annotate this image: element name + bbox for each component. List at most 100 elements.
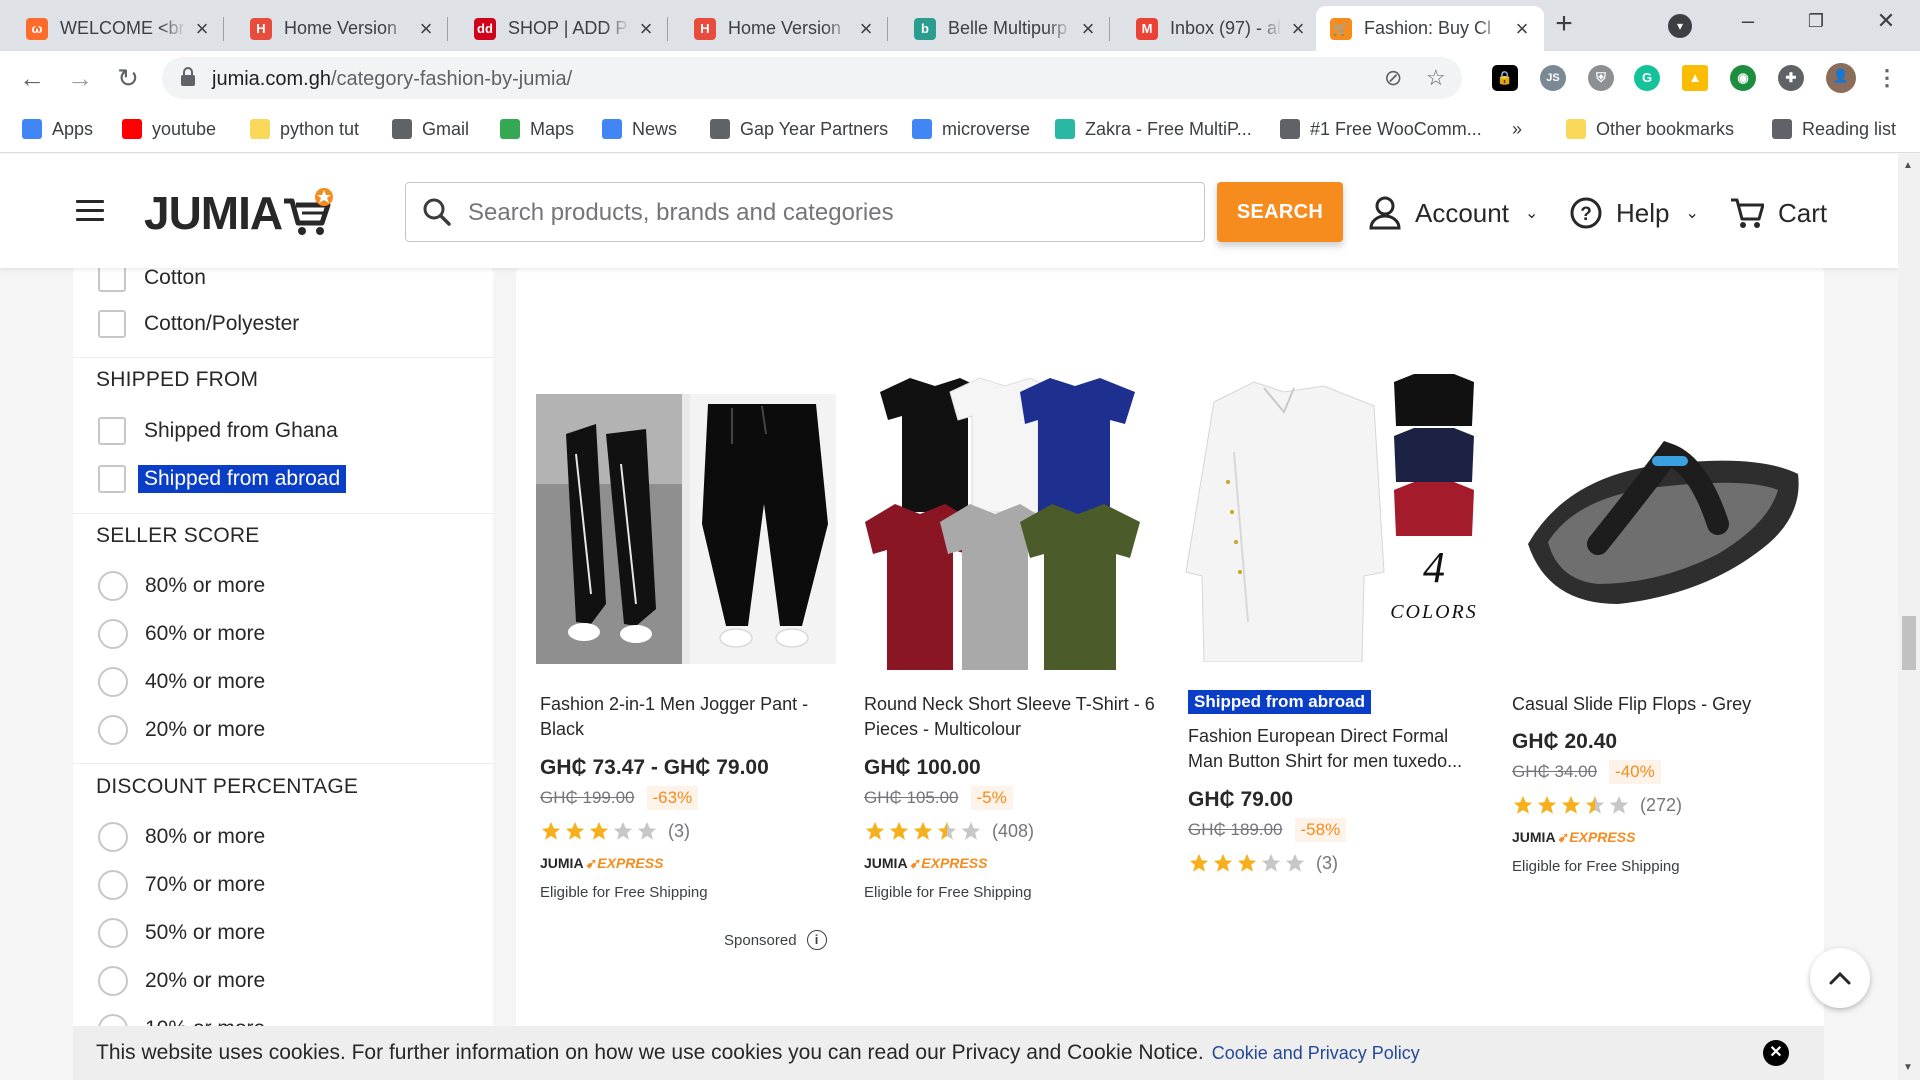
new-tab-button[interactable]: + bbox=[1548, 9, 1580, 41]
product-name[interactable]: Round Neck Short Sleeve T-Shirt - 6 Piec… bbox=[864, 692, 1164, 742]
radio-button[interactable] bbox=[98, 822, 128, 852]
product-name[interactable]: Casual Slide Flip Flops - Grey bbox=[1512, 692, 1812, 717]
filter-seller-80[interactable]: 80% or more bbox=[98, 570, 265, 602]
account-menu[interactable]: Account ⌄ bbox=[1369, 190, 1538, 236]
restore-button[interactable]: ❐ bbox=[1796, 11, 1836, 32]
filter-discount-80[interactable]: 80% or more bbox=[98, 821, 265, 853]
product-name[interactable]: Fashion European Direct Formal Man Butto… bbox=[1188, 724, 1488, 774]
close-tab-icon[interactable]: × bbox=[636, 16, 656, 42]
tab-search-icon[interactable]: ▾ bbox=[1668, 14, 1692, 38]
search-button[interactable]: SEARCH bbox=[1217, 182, 1343, 242]
bookmark-item[interactable]: Apps bbox=[22, 115, 93, 143]
scroll-down-arrow-icon[interactable]: ▼ bbox=[1903, 1062, 1913, 1073]
close-tab-icon[interactable]: × bbox=[416, 16, 436, 42]
radio-button[interactable] bbox=[98, 571, 128, 601]
bookmark-item[interactable]: microverse bbox=[912, 115, 1030, 143]
extension-shield-icon[interactable]: ⛨ bbox=[1588, 65, 1614, 91]
bookmark-item[interactable]: Gmail bbox=[392, 115, 469, 143]
browser-tab[interactable]: ω WELCOME <br × bbox=[12, 6, 224, 51]
bookmark-item[interactable]: Maps bbox=[500, 115, 574, 143]
close-window-button[interactable]: ✕ bbox=[1866, 8, 1906, 34]
checkbox[interactable] bbox=[98, 268, 126, 292]
filter-shipped-ghana[interactable]: Shipped from Ghana bbox=[98, 415, 338, 447]
filter-seller-60[interactable]: 60% or more bbox=[98, 618, 265, 650]
browser-tab[interactable]: H Home Version × bbox=[680, 6, 888, 51]
browser-tab[interactable]: M Inbox (97) - alh × bbox=[1122, 6, 1320, 51]
zakra-icon bbox=[1055, 119, 1075, 139]
grammarly-icon[interactable]: G bbox=[1634, 65, 1660, 91]
cookie-policy-link[interactable]: Cookie and Privacy Policy bbox=[1212, 1043, 1420, 1064]
cookie-text: This website uses cookies. For further i… bbox=[96, 1041, 1204, 1064]
browser-tab[interactable]: H Home Version × bbox=[236, 6, 448, 51]
checkbox[interactable] bbox=[98, 310, 126, 338]
bookmark-item[interactable]: Zakra - Free MultiP... bbox=[1055, 115, 1252, 143]
radio-button[interactable] bbox=[98, 966, 128, 996]
extension-lock-icon[interactable]: 🔒 bbox=[1492, 65, 1518, 91]
checkbox[interactable] bbox=[98, 465, 126, 493]
chevron-down-icon: ⌄ bbox=[1685, 205, 1699, 222]
reload-button[interactable]: ↻ bbox=[112, 63, 144, 95]
scroll-to-top-button[interactable] bbox=[1810, 948, 1870, 1008]
product-image-flip-flops[interactable] bbox=[1508, 394, 1808, 664]
page-scrollbar[interactable]: ▲ ▼ bbox=[1898, 154, 1920, 1080]
bookmark-item[interactable]: » bbox=[1512, 115, 1522, 143]
jumia-logo[interactable]: JUMIA bbox=[144, 187, 334, 239]
star-icon bbox=[589, 821, 609, 840]
google-drive-icon[interactable]: ▲ bbox=[1682, 65, 1708, 91]
checkbox[interactable] bbox=[98, 417, 126, 445]
scroll-up-arrow-icon[interactable]: ▲ bbox=[1903, 160, 1913, 171]
extensions-puzzle-icon[interactable]: ✚ bbox=[1778, 65, 1804, 91]
back-button[interactable]: ← bbox=[16, 63, 48, 95]
profile-avatar[interactable]: 👤 bbox=[1826, 63, 1856, 93]
product-old-price-row: GH₵ 34.00 -40% bbox=[1512, 758, 1661, 786]
tab-favicon-icon: H bbox=[250, 17, 272, 40]
filter-discount-50[interactable]: 50% or more bbox=[98, 917, 265, 949]
close-tab-icon[interactable]: × bbox=[1288, 16, 1308, 42]
filter-seller-20[interactable]: 20% or more bbox=[98, 714, 265, 746]
extension-js-icon[interactable]: JS bbox=[1540, 65, 1566, 91]
forward-button[interactable]: → bbox=[64, 63, 96, 95]
close-tab-icon[interactable]: × bbox=[856, 16, 876, 42]
chrome-menu-icon[interactable]: ⋮ bbox=[1874, 65, 1900, 91]
close-tab-icon[interactable]: × bbox=[1078, 16, 1098, 42]
filter-material-cotton-polyester[interactable]: Cotton/Polyester bbox=[98, 308, 299, 340]
bookmark-item[interactable]: News bbox=[602, 115, 677, 143]
product-image-formal-shirt[interactable]: 4 COLORS bbox=[1184, 372, 1484, 662]
info-icon[interactable]: i bbox=[806, 930, 827, 950]
extension-globe-icon[interactable]: ◉ bbox=[1730, 65, 1756, 91]
filter-seller-40[interactable]: 40% or more bbox=[98, 666, 265, 698]
radio-button[interactable] bbox=[98, 870, 128, 900]
filter-shipped-abroad[interactable]: Shipped from abroad bbox=[98, 463, 347, 495]
radio-button[interactable] bbox=[98, 667, 128, 697]
bookmark-item[interactable]: Reading list bbox=[1772, 115, 1896, 143]
bookmark-item[interactable]: youtube bbox=[122, 115, 216, 143]
radio-button[interactable] bbox=[98, 715, 128, 745]
help-menu[interactable]: ? Help ⌄ bbox=[1570, 190, 1699, 236]
tracking-off-icon[interactable]: ⊘ bbox=[1384, 65, 1402, 91]
scrollbar-thumb[interactable] bbox=[1902, 616, 1916, 670]
address-bar[interactable]: jumia.com.gh/category-fashion-by-jumia/ … bbox=[162, 57, 1462, 99]
browser-tab[interactable]: 🛒 Fashion: Buy Cl × bbox=[1316, 6, 1544, 51]
cart-link[interactable]: Cart bbox=[1730, 190, 1827, 236]
search-input[interactable] bbox=[468, 195, 1188, 231]
filter-material-cotton[interactable]: Cotton bbox=[98, 268, 206, 294]
bookmark-star-icon[interactable]: ☆ bbox=[1426, 65, 1446, 91]
bookmark-item[interactable]: Gap Year Partners bbox=[710, 115, 888, 143]
close-tab-icon[interactable]: × bbox=[1512, 16, 1532, 42]
product-image-jogger-pant[interactable] bbox=[536, 394, 836, 664]
filter-discount-20[interactable]: 20% or more bbox=[98, 965, 265, 997]
menu-icon[interactable] bbox=[76, 200, 104, 222]
radio-button[interactable] bbox=[98, 619, 128, 649]
close-tab-icon[interactable]: × bbox=[192, 16, 212, 42]
minimize-button[interactable]: – bbox=[1728, 8, 1768, 34]
bookmark-item[interactable]: Other bookmarks bbox=[1566, 115, 1734, 143]
bookmark-item[interactable]: python tut bbox=[250, 115, 359, 143]
radio-button[interactable] bbox=[98, 918, 128, 948]
product-name[interactable]: Fashion 2-in-1 Men Jogger Pant - Black bbox=[540, 692, 840, 742]
browser-tab[interactable]: dd SHOP | ADD PR × bbox=[460, 6, 668, 51]
browser-tab[interactable]: b Belle Multipurp × bbox=[900, 6, 1110, 51]
bookmark-item[interactable]: #1 Free WooComm... bbox=[1280, 115, 1482, 143]
product-image-tshirts[interactable] bbox=[860, 372, 1160, 670]
close-icon[interactable]: ✕ bbox=[1763, 1040, 1789, 1066]
filter-discount-70[interactable]: 70% or more bbox=[98, 869, 265, 901]
